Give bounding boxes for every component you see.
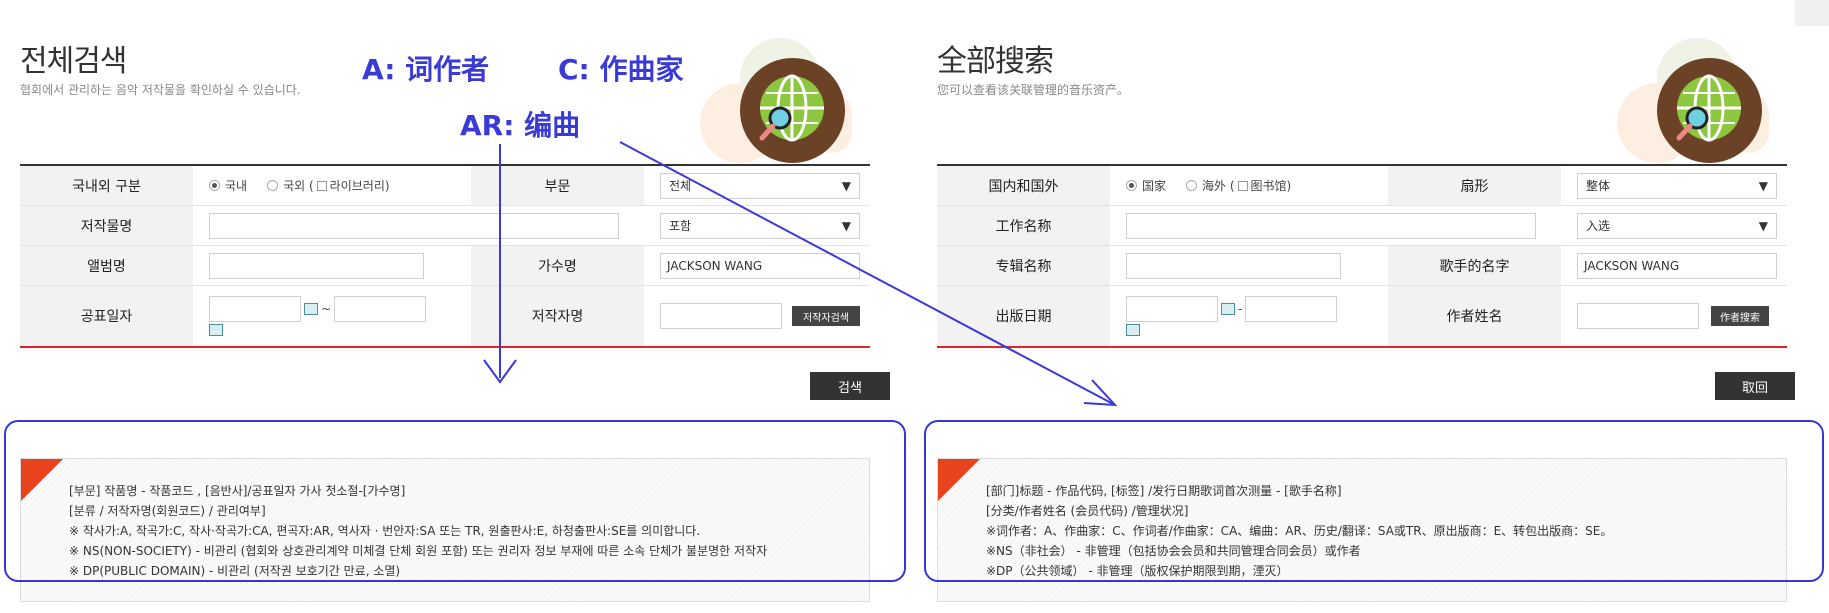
arrow-diagonal-head — [1083, 379, 1118, 407]
arrow-diagonal-line — [619, 141, 1116, 406]
annotation-arrows — [483, 141, 1118, 407]
